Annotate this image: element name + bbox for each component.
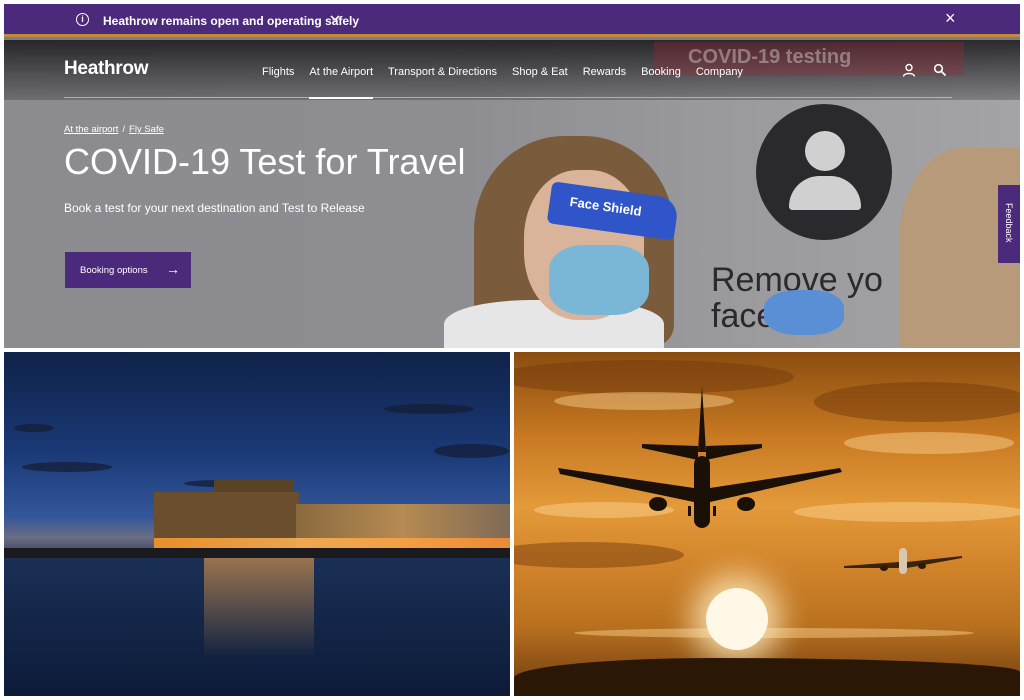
close-icon[interactable]: × [945, 8, 956, 29]
alert-text[interactable]: Heathrow remains open and operating safe… [103, 14, 359, 28]
setting-sun [706, 588, 768, 650]
info-icon: i [76, 13, 89, 26]
breadcrumb-separator: / [122, 124, 126, 135]
nav-items: Flights At the Airport Transport & Direc… [262, 66, 758, 99]
nav-item-company[interactable]: Company [696, 66, 743, 78]
main-navigation: Heathrow Flights At the Airport Transpor… [4, 40, 1020, 102]
feedback-label: Feedback [1004, 203, 1014, 243]
cloud [574, 628, 974, 638]
chevron-down-icon[interactable] [330, 13, 340, 26]
breadcrumb-link-at-the-airport[interactable]: At the airport [64, 124, 118, 135]
cloud [22, 462, 112, 472]
booking-options-button[interactable]: Booking options → [65, 252, 191, 288]
cloud [14, 424, 54, 432]
heathrow-webpage-screenshot: i Heathrow remains open and operating sa… [4, 4, 1020, 348]
hill-silhouette [514, 658, 1020, 696]
photo-sign-circle [756, 104, 892, 240]
user-account-icon[interactable] [902, 63, 916, 77]
cloud [384, 404, 474, 414]
nav-item-transport-directions[interactable]: Transport & Directions [388, 66, 497, 78]
heathrow-logo[interactable]: Heathrow [64, 58, 148, 80]
search-icon[interactable] [933, 63, 947, 77]
arrow-right-icon: → [166, 261, 180, 277]
planes-sunset-photo [514, 352, 1020, 696]
photo-glove [764, 290, 844, 335]
cloud [434, 444, 509, 458]
nav-item-booking[interactable]: Booking [641, 66, 681, 78]
page-title: COVID-19 Test for Travel [64, 141, 466, 182]
shoreline [4, 548, 510, 558]
nav-item-rewards[interactable]: Rewards [583, 66, 626, 78]
photo-sign-head [805, 131, 845, 171]
cloud [514, 542, 684, 568]
alert-banner[interactable]: i Heathrow remains open and operating sa… [4, 4, 1020, 37]
booking-options-label: Booking options [80, 265, 148, 276]
breadcrumb: At the airport / Fly Safe [64, 124, 164, 135]
cloud [844, 432, 1014, 454]
airplane-large-silhouette [558, 386, 842, 528]
face-shield-text: Face Shield [568, 193, 643, 219]
nav-item-at-the-airport[interactable]: At the Airport [309, 66, 373, 99]
nav-item-shop-eat[interactable]: Shop & Eat [512, 66, 568, 78]
nav-divider [64, 97, 952, 98]
feedback-tab[interactable]: Feedback [998, 185, 1020, 263]
breadcrumb-link-fly-safe[interactable]: Fly Safe [129, 124, 164, 135]
coastal-town-dusk-photo [4, 352, 510, 696]
light-reflection [204, 558, 314, 658]
photo-face-mask [549, 245, 649, 315]
nav-item-flights[interactable]: Flights [262, 66, 294, 78]
page-subtitle: Book a test for your next destination an… [64, 201, 365, 215]
airplane-small-silhouette [844, 548, 962, 574]
